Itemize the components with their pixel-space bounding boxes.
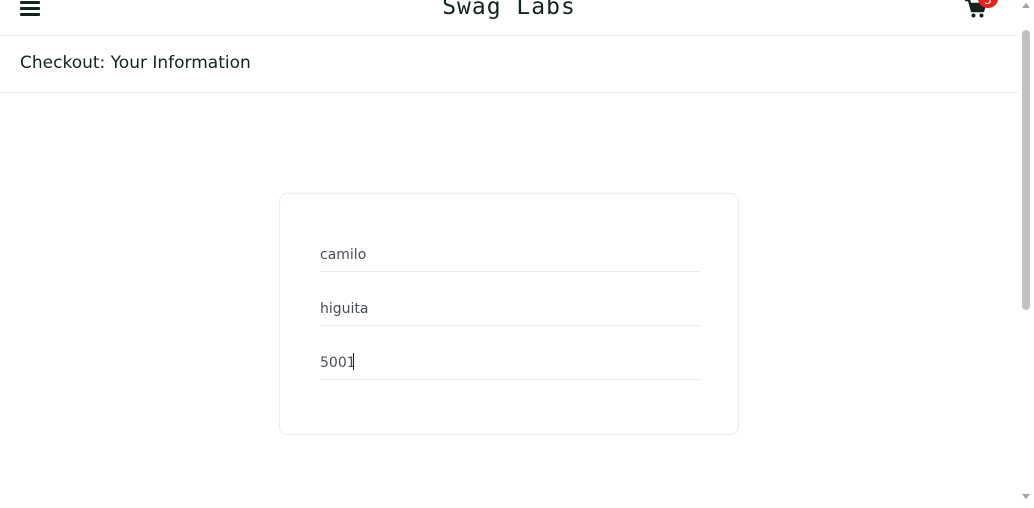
- text-cursor: [353, 353, 354, 370]
- page: Swag Labs 3 Checkout: Your Information: [0, 0, 1034, 508]
- last-name-input[interactable]: [320, 293, 700, 326]
- checkout-info-form: [279, 193, 739, 435]
- page-title: Checkout: Your Information: [20, 53, 251, 73]
- scroll-up-arrow-icon[interactable]: [1022, 3, 1030, 8]
- scroll-down-arrow-icon[interactable]: [1022, 494, 1030, 499]
- app-logo: Swag Labs: [442, 0, 576, 20]
- primary-header: Swag Labs 3: [0, 0, 1018, 36]
- scrollbar-thumb[interactable]: [1022, 30, 1030, 310]
- first-name-input[interactable]: [320, 239, 700, 272]
- secondary-header: Checkout: Your Information: [0, 36, 1018, 93]
- postal-code-input[interactable]: [320, 347, 700, 380]
- vertical-scrollbar[interactable]: [1018, 0, 1034, 508]
